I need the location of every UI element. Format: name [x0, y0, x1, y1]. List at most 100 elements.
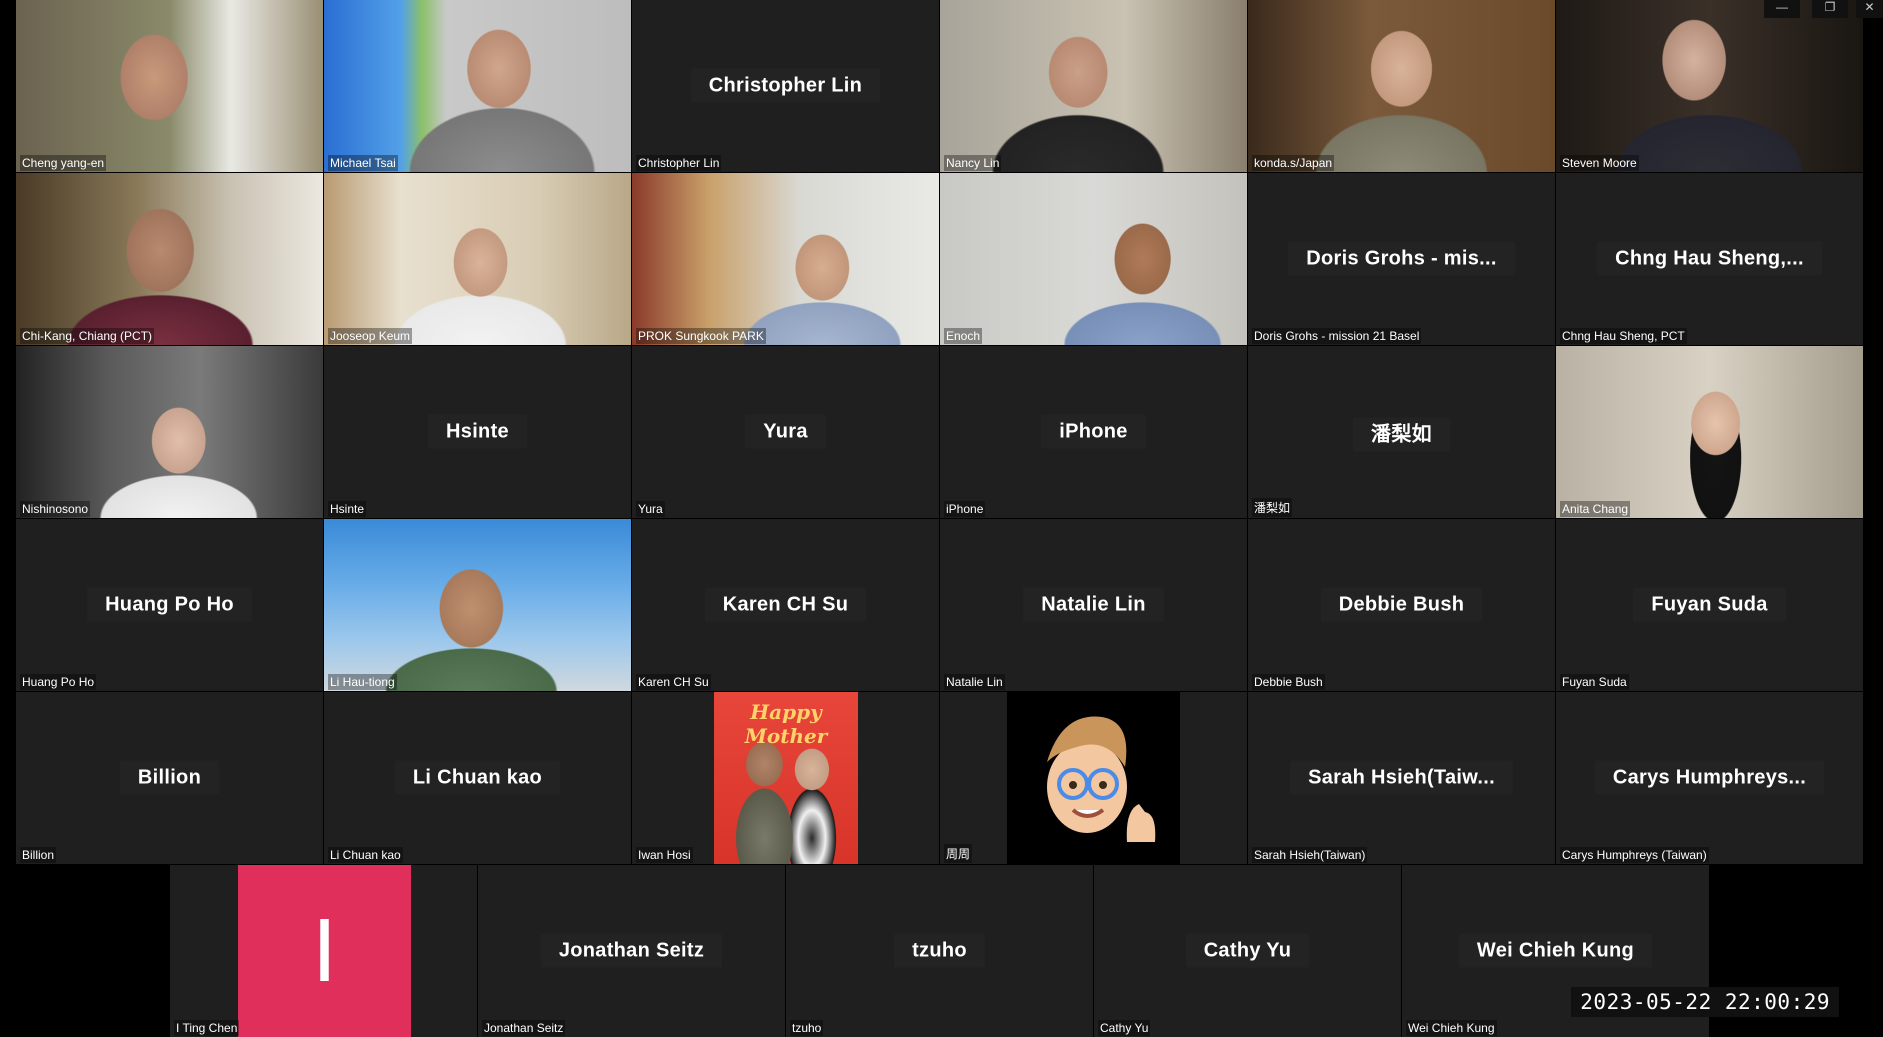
participant-tile[interactable]: Happy Mother Iwan Hosi [632, 692, 939, 864]
participant-tile[interactable]: Sarah Hsieh(Taiw... Sarah Hsieh(Taiwan) [1248, 692, 1555, 864]
participant-name-center: Natalie Lin [940, 587, 1247, 622]
participant-name-label: Natalie Lin [944, 674, 1005, 690]
participant-name-label: Michael Tsai [328, 155, 398, 171]
participant-name-center: Li Chuan kao [324, 760, 631, 795]
participant-name-label: Anita Chang [1560, 501, 1631, 517]
participant-name-label: Li Hau-tiong [328, 674, 397, 690]
participant-name-center: Yura [632, 414, 939, 449]
participant-tile[interactable]: Steven Moore [1556, 0, 1863, 172]
participant-name-label: 周周 [944, 844, 973, 863]
participant-tile[interactable]: Carys Humphreys... Carys Humphreys (Taiwa… [1556, 692, 1863, 864]
participant-name-label: Jonathan Seitz [482, 1020, 566, 1036]
participant-name-label: PROK Sungkook PARK [636, 328, 766, 344]
participant-tile[interactable]: Huang Po Ho Huang Po Ho [16, 519, 323, 691]
participant-name-center: Carys Humphreys... [1556, 760, 1863, 795]
picture-caption: Happy Mother [744, 700, 828, 748]
participant-video [1248, 0, 1555, 172]
participant-video [1556, 346, 1863, 518]
participant-name-center: Cathy Yu [1094, 933, 1401, 968]
timestamp-overlay: 2023-05-22 22:00:29 [1571, 987, 1839, 1017]
participant-tile[interactable]: 周周 [940, 692, 1247, 864]
participant-name-label: Cheng yang-en [20, 155, 107, 171]
participant-tile[interactable]: Karen CH Su Karen CH Su [632, 519, 939, 691]
participant-tile[interactable]: Christopher Lin Christopher Lin [632, 0, 939, 172]
participant-name-label: Chi-Kang, Chiang (PCT) [20, 328, 155, 344]
participant-tile[interactable]: Li Chuan kao Li Chuan kao [324, 692, 631, 864]
participant-name-label: tzuho [790, 1020, 824, 1036]
participant-tile[interactable]: Li Hau-tiong [324, 519, 631, 691]
participant-tile[interactable]: Jooseop Keum [324, 173, 631, 345]
participant-tile[interactable]: Nancy Lin [940, 0, 1247, 172]
participant-name-center: tzuho [786, 933, 1093, 968]
participant-name-center: Fuyan Suda [1556, 587, 1863, 622]
close-button[interactable]: ✕ [1856, 0, 1883, 18]
participant-name-center: Billion [16, 760, 323, 795]
letter-avatar-icon: I [238, 865, 411, 1037]
participant-video [324, 173, 631, 345]
participant-tile[interactable]: Hsinte Hsinte [324, 346, 631, 518]
participant-name-center: Chng Hau Sheng,... [1556, 241, 1863, 276]
participant-video [324, 519, 631, 691]
participant-name-center: Wei Chieh Kung [1402, 933, 1709, 968]
memoji-avatar-icon [1007, 692, 1180, 864]
participant-name-center: 潘梨如 [1248, 417, 1555, 452]
restore-button[interactable]: ❐ [1812, 0, 1848, 18]
participant-tile[interactable]: Michael Tsai [324, 0, 631, 172]
participant-tile[interactable]: Chng Hau Sheng,... Chng Hau Sheng, PCT [1556, 173, 1863, 345]
participant-tile[interactable]: II Ting Chen [170, 865, 477, 1037]
participant-name-label: Chng Hau Sheng, PCT [1560, 328, 1687, 344]
participant-name-label: Christopher Lin [636, 155, 722, 171]
participant-tile[interactable]: Cathy Yu Cathy Yu [1094, 865, 1401, 1037]
participant-name-center: Doris Grohs - mis... [1248, 241, 1555, 276]
participant-tile[interactable]: Enoch [940, 173, 1247, 345]
participant-video [940, 0, 1247, 172]
participant-name-center: Hsinte [324, 414, 631, 449]
participant-video [632, 173, 939, 345]
participant-video [16, 0, 323, 172]
participant-name-label: Carys Humphreys (Taiwan) [1560, 847, 1709, 863]
participant-video [1556, 0, 1863, 172]
participant-tile[interactable]: Jonathan Seitz Jonathan Seitz [478, 865, 785, 1037]
participant-tile[interactable]: Fuyan Suda Fuyan Suda [1556, 519, 1863, 691]
participant-name-label: konda.s/Japan [1252, 155, 1335, 171]
profile-picture: Happy Mother [714, 692, 858, 864]
participant-name-center: iPhone [940, 414, 1247, 449]
participant-tile[interactable]: Billion Billion [16, 692, 323, 864]
participant-tile[interactable]: Doris Grohs - mis... Doris Grohs - missio… [1248, 173, 1555, 345]
participant-name-label: Iwan Hosi [636, 847, 693, 863]
participant-name-label: Steven Moore [1560, 155, 1639, 171]
participant-name-label: Debbie Bush [1252, 674, 1325, 690]
participant-name-label: Cathy Yu [1098, 1020, 1151, 1036]
participant-name-label: Jooseop Keum [328, 328, 413, 344]
participant-name-label: Fuyan Suda [1560, 674, 1629, 690]
participant-tile[interactable]: Nishinosono [16, 346, 323, 518]
participant-name-center: Karen CH Su [632, 587, 939, 622]
participant-name-label: Nishinosono [20, 501, 91, 517]
participant-video [16, 173, 323, 345]
minimize-button[interactable]: — [1764, 0, 1800, 18]
participant-tile[interactable]: Debbie Bush Debbie Bush [1248, 519, 1555, 691]
participant-name-label: Hsinte [328, 501, 367, 517]
participant-name-label: Enoch [944, 328, 983, 344]
participant-tile[interactable]: 潘梨如 潘梨如 [1248, 346, 1555, 518]
participant-tile[interactable]: Natalie Lin Natalie Lin [940, 519, 1247, 691]
participant-tile[interactable]: iPhone iPhone [940, 346, 1247, 518]
participant-tile[interactable]: konda.s/Japan [1248, 0, 1555, 172]
participant-tile[interactable]: Anita Chang [1556, 346, 1863, 518]
participant-video [16, 346, 323, 518]
participant-tile[interactable]: Yura Yura [632, 346, 939, 518]
participant-tile[interactable]: Cheng yang-en [16, 0, 323, 172]
participant-video [940, 173, 1247, 345]
participant-name-label: Nancy Lin [944, 155, 1002, 171]
participant-name-label: Doris Grohs - mission 21 Basel [1252, 328, 1422, 344]
participant-tile[interactable]: tzuho tzuho [786, 865, 1093, 1037]
participant-name-center: Debbie Bush [1248, 587, 1555, 622]
participant-tile[interactable]: Chi-Kang, Chiang (PCT) [16, 173, 323, 345]
participant-name-center: Jonathan Seitz [478, 933, 785, 968]
participant-name-label: Wei Chieh Kung [1406, 1020, 1497, 1036]
participant-tile[interactable]: PROK Sungkook PARK [632, 173, 939, 345]
participant-name-center: Huang Po Ho [16, 587, 323, 622]
participant-name-label: I Ting Chen [174, 1020, 240, 1036]
participant-name-label: Li Chuan kao [328, 847, 403, 863]
participant-video [324, 0, 631, 172]
